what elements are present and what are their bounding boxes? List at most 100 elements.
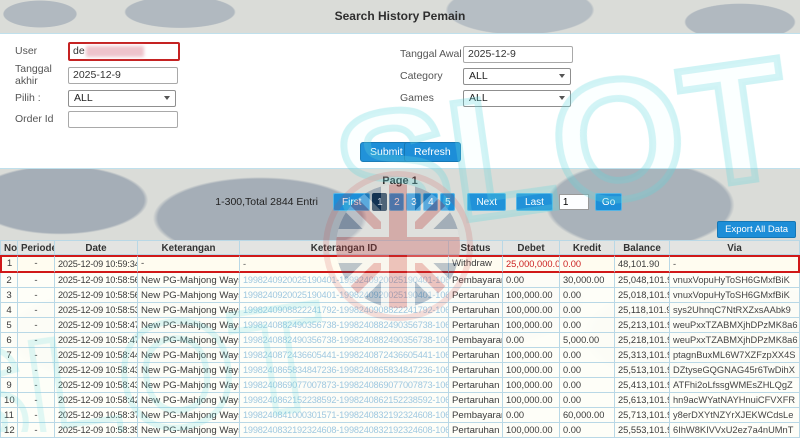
header-keterangan: Keterangan [138,240,240,255]
cell-periode: - [18,273,55,288]
cell-no: 8 [0,363,18,378]
page-button-4[interactable]: 4 [423,193,439,211]
page-button-5[interactable]: 5 [440,193,456,211]
cell-keterangan-id[interactable]: 1998240920025190401-1998240920025190401-… [240,273,449,288]
cell-keterangan-id[interactable]: 1998240865834847236-1998240865834847236-… [240,363,449,378]
cell-debet: 100,000.00 [503,303,560,318]
cell-keterangan-id[interactable]: 1998240882490356738-1998240882490356738-… [240,318,449,333]
cell-keterangan: New PG-Mahjong Ways 2 [138,333,240,348]
header-debet: Debet [503,240,560,255]
goto-page-input[interactable] [558,194,589,210]
cell-date: 2025-12-09 10:58:53 [55,303,138,318]
cell-periode: - [18,303,55,318]
cell-status: Pertaruhan [449,318,503,333]
cell-date: 2025-12-09 10:58:35 [55,423,138,438]
cell-periode: - [18,348,55,363]
user-label: User [15,45,38,57]
cell-no: 10 [0,393,18,408]
table-row: 5-2025-12-09 10:58:47New PG-Mahjong Ways… [0,318,800,333]
header-kredit: Kredit [560,240,615,255]
cell-keterangan: New PG-Mahjong Ways 2 [138,408,240,423]
cell-keterangan-id[interactable]: 1998240908822241792-1998240908822241792-… [240,303,449,318]
cell-status: Withdraw [449,255,503,273]
search-form-panel: User de Tanggal akhir Pilih : ALL Order … [0,33,800,169]
cell-via: hn9acWYatNAYHnuiCFVXFR [670,393,800,408]
header-via: Via [670,240,800,255]
cell-status: Pembayaran [449,333,503,348]
cell-kredit: 5,000.00 [560,333,615,348]
cell-keterangan-id[interactable]: 1998240841000301571-1998240832192324608-… [240,408,449,423]
cell-status: Pertaruhan [449,393,503,408]
table-row: 6-2025-12-09 10:58:47New PG-Mahjong Ways… [0,333,800,348]
cell-no: 9 [0,378,18,393]
page-button-2[interactable]: 2 [389,193,405,211]
last-page-button[interactable]: Last [516,193,553,211]
cell-via: weuPxxTZABMXjhDPzMK8a6 [670,318,800,333]
cell-kredit: 0.00 [560,288,615,303]
tanggal-awal-label: Tanggal Awal [400,48,462,60]
cell-kredit: 0.00 [560,393,615,408]
chevron-down-icon [164,96,170,100]
table-row: 3-2025-12-09 10:58:56New PG-Mahjong Ways… [0,288,800,303]
cell-debet: 100,000.00 [503,348,560,363]
cell-debet: 100,000.00 [503,288,560,303]
cell-keterangan-id[interactable]: 1998240832192324608-1998240832192324608-… [240,423,449,438]
cell-date: 2025-12-09 10:59:34 [55,255,138,273]
form-row-order-id: Order Id [15,110,178,128]
cell-periode: - [18,363,55,378]
games-select[interactable]: ALL [463,89,571,107]
page-button-1[interactable]: 1 [372,193,388,211]
cell-balance: 25,713,101.90 [615,408,670,423]
cell-keterangan-id[interactable]: 1998240862152238592-1998240862152238592-… [240,393,449,408]
cell-date: 2025-12-09 10:58:43 [55,378,138,393]
table-row: 10-2025-12-09 10:58:42 New PG-Mahjong Way… [0,393,800,408]
cell-keterangan-id[interactable]: 1998240869077007873-1998240869077007873-… [240,378,449,393]
cell-via: vnuxVopuHyToSH6GMxfBiK [670,288,800,303]
cell-date: 2025-12-09 10:58:56 [55,288,138,303]
refresh-button[interactable]: Refresh [404,142,461,162]
pilih-value: ALL [74,92,93,104]
cell-kredit: 0.00 [560,378,615,393]
page-number-buttons: 12345 [370,193,456,211]
tanggal-akhir-label: Tanggal akhir [15,63,52,87]
next-page-button[interactable]: Next [467,193,507,211]
order-id-input[interactable] [68,110,178,128]
header-balance: Balance [615,240,670,255]
go-button[interactable]: Go [594,193,623,211]
tanggal-akhir-input[interactable] [68,66,178,84]
cell-date: 2025-12-09 10:58:47 [55,333,138,348]
form-row-tanggal-awal: Tanggal Awal [400,45,573,63]
first-page-button[interactable]: First [333,193,371,211]
cell-no: 11 [0,408,18,423]
tanggal-awal-input[interactable] [463,45,573,63]
form-row-tanggal-akhir: Tanggal akhir [15,63,178,87]
cell-via: sys2UhnqC7NtRXZxsAAbk9 [670,303,800,318]
redaction-blur [85,45,144,57]
cell-via: - [670,255,800,273]
header-status: Status [449,240,503,255]
form-row-user: User de [15,41,180,61]
header-periode: Periode [18,240,55,255]
page-button-3[interactable]: 3 [406,193,422,211]
export-all-data-button[interactable]: Export All Data [717,221,796,238]
form-row-games: Games ALL [400,89,571,107]
category-select[interactable]: ALL [463,67,571,85]
cell-keterangan: New PG-Mahjong Ways 2 [138,348,240,363]
cell-balance: 25,218,101.90 [615,333,670,348]
cell-debet: 100,000.00 [503,378,560,393]
cell-status: Pertaruhan [449,378,503,393]
cell-status: Pertaruhan [449,348,503,363]
cell-debet: 100,000.00 [503,363,560,378]
pagination-bar: 1-300,Total 2844 Entri First 12345 Next … [0,193,800,211]
cell-keterangan: - [138,255,240,273]
cell-keterangan-id[interactable]: 1998240872436605441-1998240872436605441-… [240,348,449,363]
cell-keterangan-id[interactable]: 1998240882490356738-1998240882490356738-… [240,333,449,348]
pilih-label: Pilih : [15,92,41,104]
pilih-select[interactable]: ALL [68,89,176,107]
table-row: 7-2025-12-09 10:58:44New PG-Mahjong Ways… [0,348,800,363]
cell-keterangan: New PG-Mahjong Ways 2 [138,318,240,333]
cell-via: vnuxVopuHyToSH6GMxfBiK [670,273,800,288]
user-value: de [73,45,85,57]
cell-keterangan-id[interactable]: 1998240920025190401-1998240920025190401-… [240,288,449,303]
user-input[interactable]: de [68,41,180,61]
